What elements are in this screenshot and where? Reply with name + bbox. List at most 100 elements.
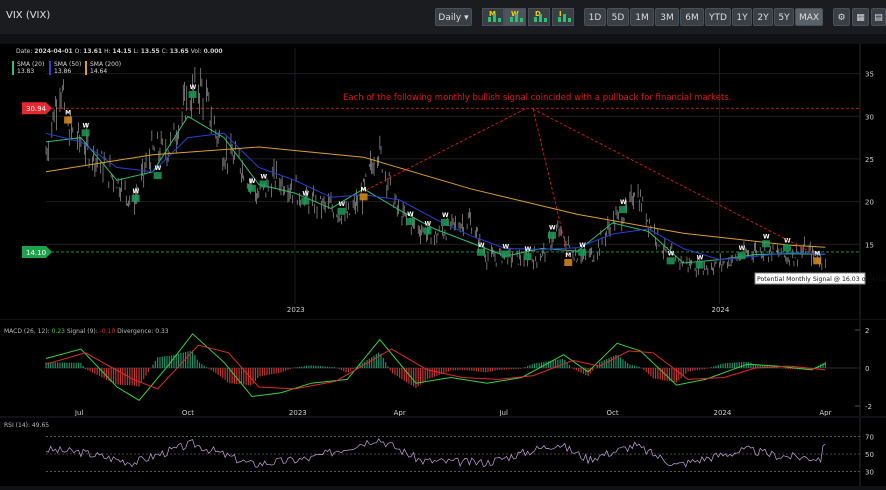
signal-marker — [247, 184, 256, 192]
y-tick-label: 15 — [865, 241, 874, 249]
interval-dropdown[interactable]: Daily ▾ — [435, 8, 472, 26]
price-chart[interactable]: 353025201520232024MWWWWWWWWMWWWWWWWMWWWW… — [0, 44, 886, 319]
signal-label: W — [261, 174, 268, 181]
range-button-5d[interactable]: 5D — [607, 8, 629, 26]
signal-marker — [666, 257, 675, 265]
signal-label: W — [525, 246, 532, 253]
price-flag-label: 30.94 — [26, 105, 47, 113]
signal-label: W — [425, 220, 432, 227]
signal-label: W — [338, 201, 345, 208]
chart-type-weekly[interactable]: W — [504, 8, 526, 26]
annotation-text: Each of the following monthly bullish si… — [343, 93, 731, 103]
range-button-1y[interactable]: 1Y — [732, 8, 752, 26]
macd-tick-label: 0 — [865, 365, 869, 373]
signal-marker — [440, 218, 449, 226]
signal-marker — [259, 180, 268, 188]
rsi-tick-label: 30 — [865, 468, 874, 476]
signal-marker — [523, 253, 532, 261]
range-button-3m[interactable]: 3M — [655, 8, 679, 26]
signal-marker — [64, 116, 73, 124]
signal-label: W — [155, 165, 162, 172]
rsi-chart[interactable]: 70 50 30 — [0, 418, 886, 486]
price-flag-label: 14.10 — [26, 249, 46, 257]
signal-tooltip-text: Potential Monthly Signal @ 16.03 on 4/1/… — [757, 275, 886, 283]
bottom-tick-label: 2024 — [713, 409, 731, 416]
rsi-readout: RSI (14): 49.65 — [4, 422, 50, 429]
signal-label: M — [361, 186, 367, 193]
bottom-tick-label: 2023 — [289, 409, 307, 416]
signal-marker — [477, 248, 486, 256]
signal-label: W — [190, 84, 197, 91]
signal-label: W — [442, 212, 449, 219]
macd-tick-label: -2 — [865, 403, 872, 411]
price-chart-panel[interactable]: 353025201520232024MWWWWWWWWMWWWWWWWMWWWW… — [0, 44, 886, 319]
signal-marker — [813, 257, 822, 265]
signal-label: W — [697, 255, 704, 262]
signal-marker — [406, 218, 415, 226]
range-button-1d[interactable]: 1D — [584, 8, 606, 26]
annotation-arrow — [532, 108, 818, 256]
signal-label: W — [407, 211, 414, 218]
bottom-tick-label: Apr — [394, 409, 406, 416]
toolbar: VIX (VIX) Daily ▾ M W D I 1D5D1M3M6MYTD1… — [0, 0, 886, 34]
x-tick-label: 2024 — [711, 306, 729, 314]
legend-sma20[interactable]: SMA (20) 13.83 — [12, 61, 44, 75]
rsi-panel[interactable]: 70 50 30 — [0, 418, 886, 486]
rsi-tick-label: 70 — [865, 434, 874, 442]
rsi-tick-label: 50 — [865, 451, 874, 459]
symbol-title: VIX (VIX) — [6, 10, 51, 21]
signal-label: W — [620, 199, 627, 206]
calendar-icon[interactable]: ▤ — [871, 8, 886, 26]
signal-label: W — [502, 244, 509, 251]
bottom-tick-label: Jul — [74, 409, 84, 416]
signal-marker — [547, 231, 556, 239]
x-tick-label: 2023 — [287, 306, 305, 314]
signal-label: W — [133, 188, 140, 195]
sma-line-50 — [45, 132, 826, 261]
signal-marker — [737, 252, 746, 260]
chart-type-monthly[interactable]: M — [482, 8, 504, 26]
range-button-6m[interactable]: 6M — [680, 8, 704, 26]
signal-label: W — [784, 238, 791, 245]
signal-marker — [423, 227, 432, 235]
settings-icon[interactable]: ⚙ — [833, 8, 850, 26]
y-tick-label: 35 — [865, 71, 874, 79]
interval-label: Daily — [438, 13, 462, 23]
bottom-tick-label: Apr — [819, 409, 831, 416]
signal-marker — [188, 90, 197, 98]
signal-marker — [337, 207, 346, 215]
legend-sma200[interactable]: SMA (200) 14.64 — [85, 61, 121, 75]
bottom-tick-label: Jul — [498, 409, 508, 416]
y-tick-label: 25 — [865, 156, 874, 164]
y-tick-label: 30 — [865, 113, 874, 121]
range-button-ytd[interactable]: YTD — [705, 8, 731, 26]
signal-label: W — [249, 178, 256, 185]
signal-marker — [131, 195, 140, 203]
legend-sma50[interactable]: SMA (50) 13.86 — [49, 61, 81, 75]
signal-label: W — [549, 225, 556, 232]
signal-marker — [782, 244, 791, 252]
signal-marker — [762, 240, 771, 248]
signal-marker — [578, 248, 587, 256]
ohlc-readout: Date: 2024-04-01 O: 13.61 H: 14.15 L: 13… — [16, 48, 223, 55]
signal-label: M — [65, 110, 71, 117]
range-button-max[interactable]: MAX — [795, 8, 823, 26]
calculator-icon[interactable]: ▦ — [852, 8, 869, 26]
signal-label: W — [83, 122, 90, 129]
macd-tick-label: 2 — [865, 327, 869, 335]
signal-label: W — [668, 250, 675, 257]
signal-label: W — [579, 242, 586, 249]
chart-type-intraday[interactable]: I — [552, 8, 574, 26]
range-button-5y[interactable]: 5Y — [774, 8, 794, 26]
chevron-down-icon: ▾ — [464, 13, 469, 23]
signal-marker — [153, 172, 162, 179]
signal-label: W — [478, 242, 485, 249]
range-button-1m[interactable]: 1M — [630, 8, 654, 26]
signal-label: W — [302, 191, 309, 198]
y-tick-label: 20 — [865, 199, 874, 207]
bottom-tick-label: Oct — [182, 409, 194, 416]
range-button-2y[interactable]: 2Y — [753, 8, 773, 26]
chart-type-daily[interactable]: D — [528, 8, 550, 26]
macd-readout: MACD (26, 12): 0.23 Signal (9): -0.10 Di… — [4, 328, 169, 335]
signal-marker — [618, 206, 627, 214]
